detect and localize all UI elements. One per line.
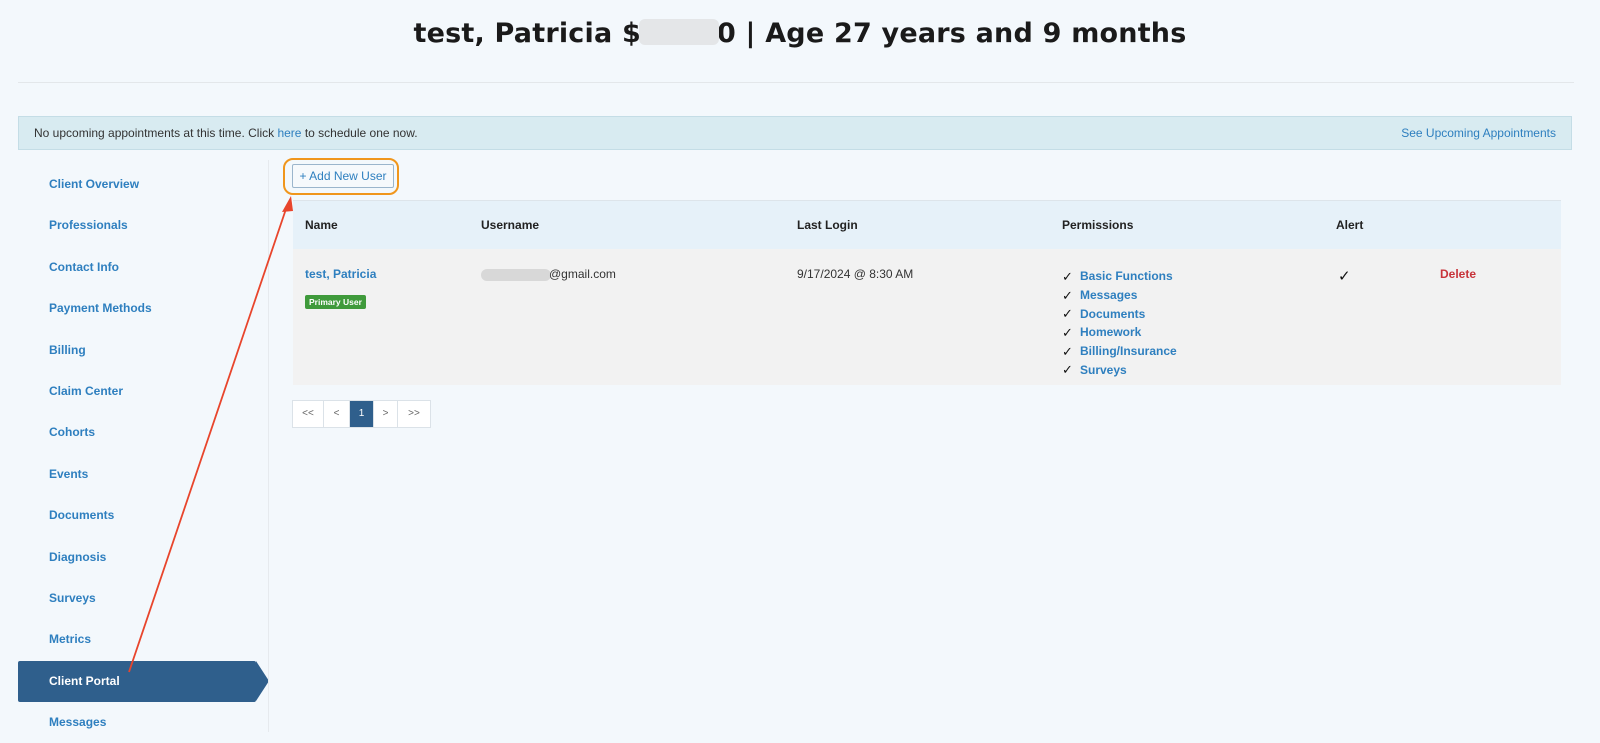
banner-text-before: No upcoming appointments at this time. C… [34, 126, 278, 140]
sidebar-item-payment-methods[interactable]: Payment Methods [18, 288, 268, 329]
sidebar-item-diagnosis[interactable]: Diagnosis [18, 537, 268, 578]
header-last-login: Last Login [797, 218, 858, 232]
delete-user-link[interactable]: Delete [1440, 267, 1476, 281]
header-divider [18, 82, 1574, 83]
permission-item: ✓ Basic Functions [1062, 267, 1336, 286]
banner-text-after: to schedule one now. [301, 126, 418, 140]
permission-link[interactable]: Basic Functions [1080, 269, 1173, 283]
sidebar-item-professionals[interactable]: Professionals [18, 205, 268, 246]
check-icon: ✓ [1062, 362, 1073, 378]
page-title: test, Patricia $ 0 | Age 27 years and 9 m… [0, 18, 1600, 49]
page-last-button[interactable]: >> [398, 401, 430, 427]
check-icon: ✓ [1062, 343, 1073, 359]
page-first-button[interactable]: << [293, 401, 324, 427]
banner-message: No upcoming appointments at this time. C… [34, 126, 418, 140]
sidebar-item-surveys[interactable]: Surveys [18, 578, 268, 619]
page-title-suffix: 0 | Age 27 years and 9 months [716, 18, 1187, 49]
check-icon: ✓ [1062, 287, 1073, 303]
cell-last-login: 9/17/2024 @ 8:30 AM [797, 267, 914, 281]
username-domain: @gmail.com [549, 267, 616, 281]
header-username: Username [481, 218, 540, 232]
table-header: Name Username Last Login Permissions Ale… [293, 201, 1561, 249]
sidebar-item-contact-info[interactable]: Contact Info [18, 247, 268, 288]
pagination: << < 1 > >> [292, 400, 431, 428]
permission-link[interactable]: Homework [1080, 325, 1141, 339]
sidebar-item-billing[interactable]: Billing [18, 330, 268, 371]
table-row: test, Patricia Primary User @gmail.com 9… [293, 249, 1561, 385]
permission-item: ✓ Billing/Insurance [1062, 342, 1336, 361]
see-upcoming-appointments-link[interactable]: See Upcoming Appointments [1401, 126, 1556, 140]
sidebar-divider [268, 160, 269, 732]
redacted-amount [638, 18, 719, 45]
permission-link[interactable]: Billing/Insurance [1080, 344, 1177, 358]
page-next-button[interactable]: > [374, 401, 398, 427]
sidebar-item-cohorts[interactable]: Cohorts [18, 412, 268, 453]
sidebar-item-client-overview[interactable]: Client Overview [18, 164, 268, 205]
permission-item: ✓ Homework [1062, 323, 1336, 342]
page-title-prefix: test, Patricia $ [413, 18, 641, 49]
cell-name: test, Patricia Primary User [293, 249, 481, 309]
sidebar-item-events[interactable]: Events [18, 454, 268, 495]
primary-user-badge: Primary User [305, 295, 366, 309]
header-alert: Alert [1336, 218, 1364, 232]
user-name-link[interactable]: test, Patricia [305, 267, 481, 281]
check-icon: ✓ [1062, 268, 1073, 284]
check-icon: ✓ [1062, 324, 1073, 340]
header-permissions: Permissions [1062, 218, 1134, 232]
check-icon: ✓ [1062, 306, 1073, 322]
sidebar-item-documents[interactable]: Documents [18, 495, 268, 536]
sidebar-item-messages[interactable]: Messages [18, 702, 268, 743]
page-prev-button[interactable]: < [324, 401, 350, 427]
sidebar-item-client-portal[interactable]: Client Portal [18, 660, 269, 703]
permission-item: ✓ Messages [1062, 286, 1336, 305]
sidebar-item-metrics[interactable]: Metrics [18, 619, 268, 660]
users-table: Name Username Last Login Permissions Ale… [293, 200, 1561, 385]
page-1-button[interactable]: 1 [350, 401, 374, 427]
permission-item: ✓ Documents [1062, 304, 1336, 323]
schedule-here-link[interactable]: here [277, 126, 301, 140]
sidebar-nav: Client Overview Professionals Contact In… [18, 164, 269, 743]
permission-link[interactable]: Documents [1080, 307, 1145, 321]
header-name: Name [305, 218, 338, 232]
permission-link[interactable]: Surveys [1080, 363, 1127, 377]
redacted-username [481, 268, 551, 281]
cell-username: @gmail.com [481, 249, 797, 281]
arrow-head [282, 196, 293, 212]
sidebar-item-claim-center[interactable]: Claim Center [18, 371, 268, 412]
cell-actions: Delete [1440, 249, 1561, 281]
permission-link[interactable]: Messages [1080, 288, 1137, 302]
alert-check-icon[interactable]: ✓ [1336, 268, 1351, 285]
cell-permissions: ✓ Basic Functions ✓ Messages ✓ Documents ✓ H… [1062, 249, 1336, 379]
appointment-banner: No upcoming appointments at this time. C… [18, 116, 1572, 150]
permission-item: ✓ Surveys [1062, 360, 1336, 379]
cell-alert: ✓ [1336, 249, 1440, 285]
add-new-user-button[interactable]: + Add New User [292, 164, 394, 188]
